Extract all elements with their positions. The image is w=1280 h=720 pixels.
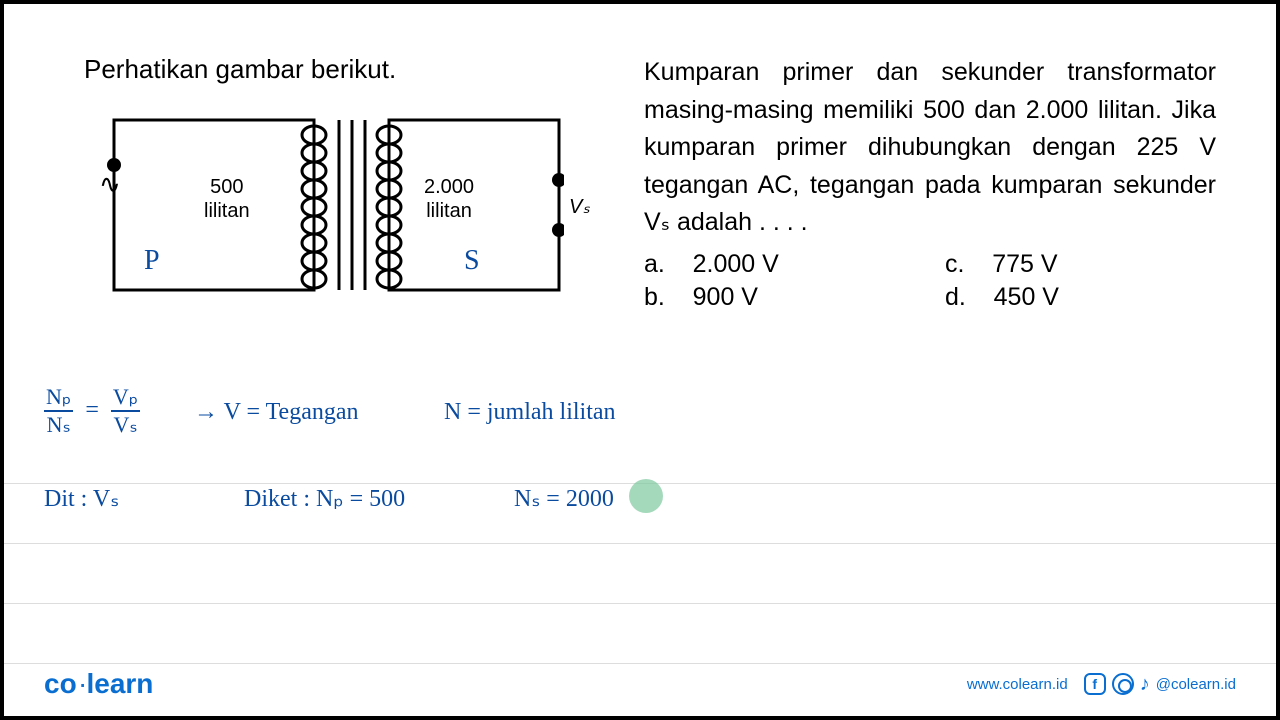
svg-text:∿: ∿ (99, 169, 121, 199)
lilitan-note: N = jumlah lilitan (444, 399, 616, 426)
primary-coil-label: 500lilitan (204, 175, 250, 223)
option-b: b. 900 V (644, 283, 915, 312)
diket-line: Diket : Nₚ = 500 (244, 484, 405, 513)
main-content: Perhatikan gambar berikut. ∿ (4, 4, 1276, 312)
left-column: Perhatikan gambar berikut. ∿ (84, 54, 604, 312)
instruction-text: Perhatikan gambar berikut. (84, 54, 604, 85)
answer-options: a. 2.000 V c. 775 V b. 900 V d. 450 V (644, 250, 1216, 312)
secondary-annotation: S (464, 245, 480, 277)
secondary-coil-label: 2.000lilitan (424, 175, 474, 223)
option-c: c. 775 V (945, 250, 1216, 279)
right-column: Kumparan primer dan sekunder transformat… (644, 54, 1216, 312)
dit-line: Dit : Vₛ (44, 484, 119, 513)
formula-fraction: NₚNₛ = VₚVₛ (44, 384, 140, 438)
question-text: Kumparan primer dan sekunder transformat… (644, 54, 1216, 242)
transformer-diagram: ∿ (84, 105, 564, 305)
instagram-icon (1112, 673, 1134, 695)
primary-annotation: P (144, 245, 160, 277)
output-voltage-label: Vₛ (569, 195, 590, 219)
ns-value: Nₛ = 2000 (514, 484, 614, 513)
social-links: f ♪ @colearn.id (1084, 673, 1236, 696)
social-handle: @colearn.id (1156, 676, 1236, 693)
website-url: www.colearn.id (967, 676, 1068, 693)
facebook-icon: f (1084, 673, 1106, 695)
footer-right: www.colearn.id f ♪ @colearn.id (967, 673, 1236, 696)
option-d: d. 450 V (945, 283, 1216, 312)
tegangan-note: → V = Tegangan (194, 399, 359, 426)
option-a: a. 2.000 V (644, 250, 915, 279)
touch-cursor (629, 479, 663, 513)
brand-logo: co∙learn (44, 668, 153, 700)
tiktok-icon: ♪ (1140, 673, 1150, 696)
notebook-rules (4, 424, 1276, 664)
footer: co∙learn www.colearn.id f ♪ @colearn.id (44, 668, 1236, 700)
